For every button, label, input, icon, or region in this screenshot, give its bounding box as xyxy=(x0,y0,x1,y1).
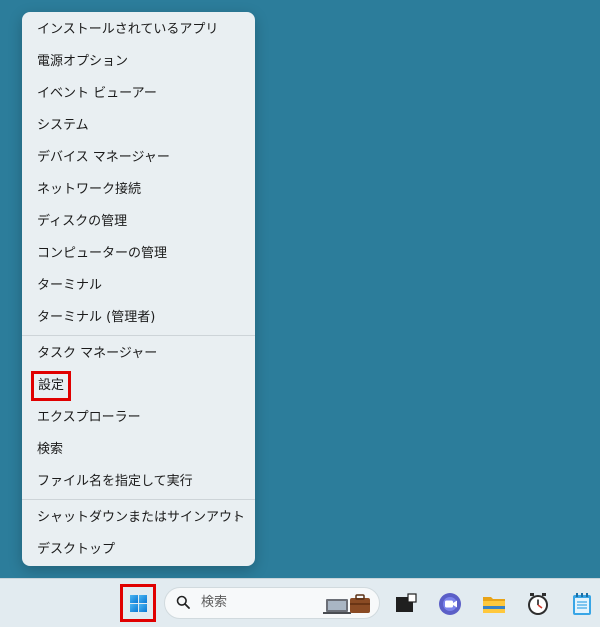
chat-icon[interactable] xyxy=(437,591,463,617)
menu-item-label: イベント ビューアー xyxy=(37,86,157,101)
menu-item-label: デスクトップ xyxy=(37,542,116,557)
menu-item-label: 電源オプション xyxy=(37,54,129,69)
menu-item-desktop[interactable]: デスクトップ xyxy=(22,534,255,566)
task-view-icon[interactable] xyxy=(393,591,419,617)
menu-item-label: 検索 xyxy=(37,442,64,457)
windows-start-icon xyxy=(130,595,147,612)
menu-item-label: シャットダウンまたはサインアウト xyxy=(37,510,246,525)
menu-item-label: システム xyxy=(37,118,89,133)
menu-item-computer-management[interactable]: コンピューターの管理 xyxy=(22,238,255,270)
menu-item-system[interactable]: システム xyxy=(22,110,255,142)
menu-item-label: コンピューターの管理 xyxy=(37,246,168,261)
start-button[interactable] xyxy=(120,584,156,622)
menu-item-label: ファイル名を指定して実行 xyxy=(37,474,193,489)
menu-item-label: タスク マネージャー xyxy=(37,346,158,361)
menu-item-search[interactable]: 検索 xyxy=(22,434,255,466)
menu-item-label: ターミナル (管理者) xyxy=(37,310,156,325)
menu-item-settings[interactable]: 設定 xyxy=(22,370,255,402)
menu-item-installed-apps[interactable]: インストールされているアプリ xyxy=(22,14,255,46)
menu-item-label: デバイス マネージャー xyxy=(37,150,170,165)
search-icon xyxy=(176,595,190,609)
menu-separator xyxy=(22,499,255,500)
menu-item-task-manager[interactable]: タスク マネージャー xyxy=(22,338,255,370)
menu-item-terminal[interactable]: ターミナル xyxy=(22,270,255,302)
menu-item-run[interactable]: ファイル名を指定して実行 xyxy=(22,466,255,498)
chevron-right-icon: › xyxy=(234,511,239,525)
file-explorer-icon[interactable] xyxy=(481,591,507,617)
taskbar: 検索 xyxy=(0,578,600,627)
menu-item-terminal-admin[interactable]: ターミナル (管理者) xyxy=(22,302,255,334)
menu-item-label: ターミナル xyxy=(37,278,103,293)
clock-app-icon[interactable] xyxy=(525,591,551,617)
menu-item-label: インストールされているアプリ xyxy=(37,22,219,37)
menu-item-label: エクスプローラー xyxy=(37,410,141,425)
menu-item-file-explorer[interactable]: エクスプローラー xyxy=(22,402,255,434)
search-highlight-image-icon xyxy=(323,594,370,614)
menu-item-disk-management[interactable]: ディスクの管理 xyxy=(22,206,255,238)
menu-item-event-viewer[interactable]: イベント ビューアー xyxy=(22,78,255,110)
menu-separator xyxy=(22,335,255,336)
menu-item-device-manager[interactable]: デバイス マネージャー xyxy=(22,142,255,174)
menu-item-power-options[interactable]: 電源オプション xyxy=(22,46,255,78)
menu-item-shutdown-signout[interactable]: シャットダウンまたはサインアウト › xyxy=(22,502,255,534)
notepad-icon[interactable] xyxy=(569,591,595,617)
search-placeholder: 検索 xyxy=(201,595,228,610)
menu-item-label: ネットワーク接続 xyxy=(37,182,142,197)
menu-item-label: 設定 xyxy=(31,370,72,401)
context-menu: インストールされているアプリ 電源オプション イベント ビューアー システム デ… xyxy=(22,12,255,566)
taskbar-search-box[interactable]: 検索 xyxy=(164,587,380,619)
desktop: { "context_menu": { "items": [ "インストールされ… xyxy=(0,0,600,627)
menu-item-label: ディスクの管理 xyxy=(37,214,128,229)
menu-item-network-connections[interactable]: ネットワーク接続 xyxy=(22,174,255,206)
